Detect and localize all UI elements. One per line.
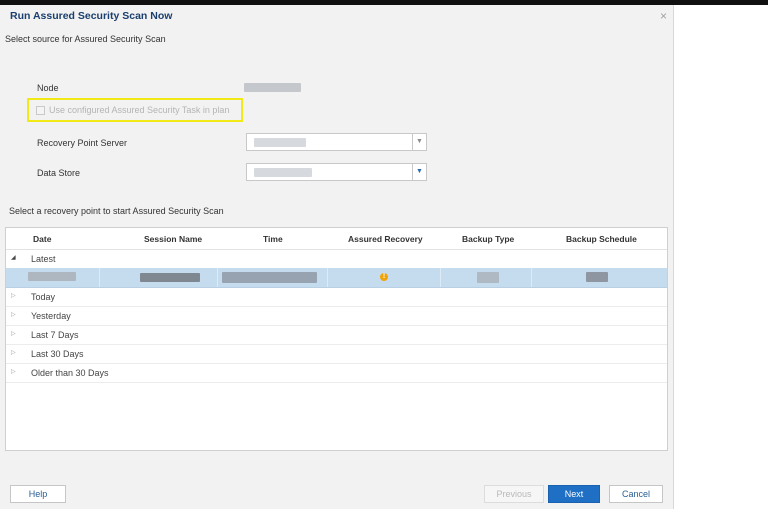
column-header-backup-type[interactable]: Backup Type — [462, 234, 514, 244]
column-separator — [440, 268, 441, 287]
recovery-point-server-label: Recovery Point Server — [37, 138, 128, 148]
group-row-latest[interactable]: ◢ Latest — [6, 249, 667, 269]
recovery-point-server-value — [254, 138, 306, 147]
node-value — [244, 83, 301, 92]
column-header-time[interactable]: Time — [263, 234, 283, 244]
column-separator — [531, 268, 532, 287]
expand-triangle-icon[interactable]: ◢ — [11, 254, 16, 261]
cancel-button[interactable]: Cancel — [609, 485, 663, 503]
dialog-title: Run Assured Security Scan Now — [10, 10, 173, 22]
collapse-triangle-icon[interactable]: ▷ — [11, 368, 16, 375]
scan-dialog: Run Assured Security Scan Now × Select s… — [0, 5, 674, 509]
recovery-point-server-select[interactable]: ▼ — [246, 133, 427, 151]
column-separator — [99, 268, 100, 287]
column-separator — [327, 268, 328, 287]
group-label: Last 30 Days — [31, 349, 84, 359]
column-header-session-name[interactable]: Session Name — [144, 234, 202, 244]
recovery-points-grid: Date Session Name Time Assured Recovery … — [5, 227, 668, 451]
session-name-value — [140, 273, 200, 282]
next-button[interactable]: Next — [548, 485, 600, 503]
group-row-last-30-days[interactable]: ▷ Last 30 Days — [6, 344, 667, 364]
group-label: Last 7 Days — [31, 330, 79, 340]
column-header-assured-recovery[interactable]: Assured Recovery — [348, 234, 423, 244]
collapse-triangle-icon[interactable]: ▷ — [11, 349, 16, 356]
group-label: Yesterday — [31, 311, 71, 321]
group-label: Latest — [31, 254, 56, 264]
column-header-backup-schedule[interactable]: Backup Schedule — [566, 234, 637, 244]
close-icon[interactable]: × — [660, 9, 667, 23]
backup-schedule-value — [586, 272, 608, 282]
group-label: Older than 30 Days — [31, 368, 109, 378]
recovery-point-section-label: Select a recovery point to start Assured… — [9, 206, 224, 216]
data-store-label: Data Store — [37, 168, 81, 178]
group-row-last-7-days[interactable]: ▷ Last 7 Days — [6, 325, 667, 345]
date-value — [28, 272, 76, 281]
use-configured-task-label: Use configured Assured Security Task in … — [49, 105, 230, 115]
data-store-select[interactable]: ▼ — [246, 163, 427, 181]
data-store-value — [254, 168, 312, 177]
group-row-yesterday[interactable]: ▷ Yesterday — [6, 306, 667, 326]
dialog-subtitle: Select source for Assured Security Scan — [5, 34, 166, 44]
group-row-today[interactable]: ▷ Today — [6, 287, 667, 307]
column-separator — [217, 268, 218, 287]
previous-button[interactable]: Previous — [484, 485, 544, 503]
time-value — [222, 272, 317, 283]
grid-header: Date Session Name Time Assured Recovery … — [6, 228, 667, 250]
collapse-triangle-icon[interactable]: ▷ — [11, 311, 16, 318]
backup-type-value — [477, 272, 499, 283]
warning-icon: ! — [380, 273, 388, 281]
node-label: Node — [37, 83, 59, 93]
chevron-down-icon[interactable]: ▼ — [412, 164, 426, 180]
group-row-older-than-30-days[interactable]: ▷ Older than 30 Days — [6, 363, 667, 383]
group-label: Today — [31, 292, 56, 302]
column-header-date[interactable]: Date — [33, 234, 51, 244]
recovery-point-row[interactable]: ! — [6, 268, 667, 288]
collapse-triangle-icon[interactable]: ▷ — [11, 292, 16, 299]
chevron-down-icon[interactable]: ▼ — [412, 134, 426, 150]
use-configured-task-checkbox[interactable] — [36, 106, 45, 115]
use-configured-task-highlight: Use configured Assured Security Task in … — [27, 98, 243, 122]
help-button[interactable]: Help — [10, 485, 66, 503]
collapse-triangle-icon[interactable]: ▷ — [11, 330, 16, 337]
